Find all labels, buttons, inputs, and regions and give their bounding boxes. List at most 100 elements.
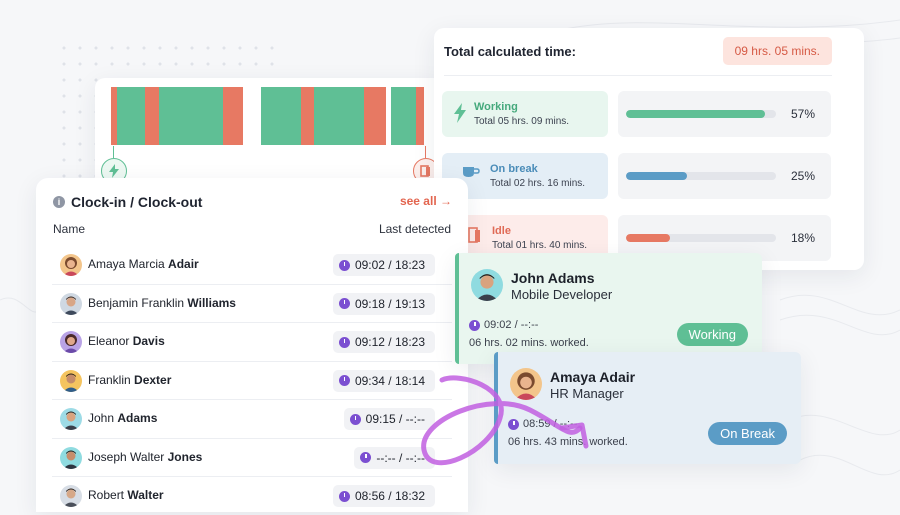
stat-bar-break: 25% — [618, 153, 831, 199]
segment-working — [261, 87, 301, 145]
time-pill: 09:34 / 18:14 — [332, 369, 435, 392]
time-pill: 08:56 / 18:32 — [332, 485, 435, 507]
info-icon[interactable]: i — [53, 196, 65, 208]
employee-status-card-john[interactable]: John Adams Mobile Developer 09:02 / --:-… — [455, 253, 762, 364]
time-pill: 09:12 / 18:23 — [332, 331, 435, 353]
bolt-icon — [454, 103, 466, 123]
time-pill: 09:15 / --:-- — [343, 408, 435, 430]
table-row[interactable]: Franklin Dexter 09:34 / 18:14 — [52, 360, 452, 400]
segment-idle — [145, 87, 159, 145]
clock-icon — [338, 259, 350, 271]
table-row[interactable]: John Adams 09:15 / --:-- — [52, 399, 452, 438]
segment-working — [159, 87, 223, 145]
clock-icon — [360, 452, 372, 463]
employee-name: Robert Walter — [88, 488, 164, 502]
door-icon — [420, 165, 430, 177]
table-row[interactable]: Eleanor Davis 09:12 / 18:23 — [52, 322, 452, 361]
card-accent — [494, 352, 498, 464]
employee-name: John Adams — [88, 411, 158, 425]
clock-icon — [338, 336, 350, 348]
clock-icon — [508, 418, 519, 430]
stat-percent: 57% — [790, 107, 815, 121]
bolt-icon — [109, 164, 119, 178]
employee-name: Joseph Walter Jones — [88, 449, 203, 464]
timeline-end-stem — [425, 146, 426, 158]
progress-fill — [626, 234, 670, 242]
segment-idle — [301, 87, 314, 145]
time-summary-card: Total calculated time: 09 hrs. 05 mins. … — [434, 28, 864, 270]
progress-track — [626, 110, 776, 118]
table-row[interactable]: Joseph Walter Jones --:-- / --:-- — [52, 437, 452, 477]
clock-card-title: Clock-in / Clock-out — [71, 194, 203, 210]
avatar — [60, 485, 82, 507]
clock-card-header: i Clock-in / Clock-out — [53, 194, 202, 210]
stat-label: On break — [490, 163, 538, 175]
employee-role: Mobile Developer — [511, 287, 613, 302]
progress-fill — [626, 110, 765, 118]
see-all-link[interactable]: see all → — [400, 194, 452, 208]
see-all-label: see all — [399, 194, 437, 208]
segment-working — [391, 87, 416, 145]
progress-fill — [626, 172, 687, 180]
avatar — [60, 446, 82, 469]
card-accent — [455, 253, 459, 364]
activity-timeline-card — [95, 78, 443, 190]
progress-track — [626, 234, 776, 242]
timeline-start-stem — [113, 146, 114, 158]
avatar — [60, 369, 82, 392]
arrow-right-icon: → — [440, 194, 452, 208]
clock-icon — [469, 319, 480, 331]
segment-idle — [223, 87, 243, 145]
clock-in-out-card: i Clock-in / Clock-out see all → Name La… — [36, 178, 468, 512]
summary-title: Total calculated time: — [444, 44, 576, 59]
employee-name: Franklin Dexter — [88, 372, 172, 387]
time-pill: 09:02 / 18:23 — [332, 254, 435, 276]
column-header-last-detected: Last detected — [378, 222, 451, 236]
employee-name: Eleanor Davis — [88, 334, 165, 348]
stat-percent: 25% — [790, 169, 815, 183]
employee-name: Amaya Adair — [550, 369, 636, 385]
time-pill: 09:18 / 19:13 — [332, 292, 435, 315]
avatar — [60, 292, 82, 315]
avatar — [471, 269, 503, 301]
employee-name: Amaya Marcia Adair — [88, 257, 199, 271]
clock-icon — [338, 298, 350, 309]
table-row[interactable]: Benjamin Franklin Williams 09:18 / 19:13 — [52, 283, 452, 323]
activity-timeline-bar — [111, 87, 424, 145]
stat-subtitle: Total 05 hrs. 09 mins. — [474, 116, 570, 127]
segment-working — [117, 87, 123, 145]
avatar — [510, 368, 542, 400]
stat-label: Working — [474, 101, 518, 113]
segment-working — [123, 87, 145, 145]
stat-label: Idle — [492, 225, 511, 237]
segment-working — [314, 87, 364, 145]
stat-box-working: Working Total 05 hrs. 09 mins. — [442, 91, 608, 137]
column-header-name: Name — [53, 222, 86, 236]
summary-total-badge: 09 hrs. 05 mins. — [722, 37, 832, 65]
clock-icon — [338, 375, 350, 386]
employee-worked-time: 06 hrs. 43 mins. worked. — [508, 436, 628, 448]
summary-divider — [444, 75, 832, 76]
stat-subtitle: Total 01 hrs. 40 mins. — [492, 240, 588, 251]
avatar — [60, 254, 82, 276]
table-row[interactable]: Robert Walter 08:56 / 18:32 — [52, 476, 452, 515]
time-pill: --:-- / --:-- — [354, 446, 435, 469]
employee-clock-time: 09:02 / --:-- — [469, 319, 538, 331]
employee-clock-time: 08:59 / --:-- — [508, 418, 577, 430]
clock-icon — [349, 413, 361, 425]
employee-role: HR Manager — [550, 386, 624, 401]
employee-name: Benjamin Franklin Williams — [88, 295, 236, 310]
employee-worked-time: 06 hrs. 02 mins. worked. — [469, 337, 589, 349]
avatar — [60, 408, 82, 430]
progress-track — [626, 172, 776, 180]
door-icon — [468, 227, 480, 243]
stat-percent: 18% — [790, 231, 815, 245]
employee-status-card-amaya[interactable]: Amaya Adair HR Manager 08:59 / --:-- 06 … — [494, 352, 801, 464]
table-row[interactable]: Amaya Marcia Adair 09:02 / 18:23 — [52, 246, 452, 284]
employee-list: Amaya Marcia Adair 09:02 / 18:23 Benjami… — [52, 246, 452, 515]
avatar — [60, 331, 82, 353]
stat-subtitle: Total 02 hrs. 16 mins. — [490, 178, 586, 189]
status-badge: Working — [676, 323, 748, 346]
coffee-icon — [463, 167, 480, 177]
segment-idle — [111, 87, 117, 145]
